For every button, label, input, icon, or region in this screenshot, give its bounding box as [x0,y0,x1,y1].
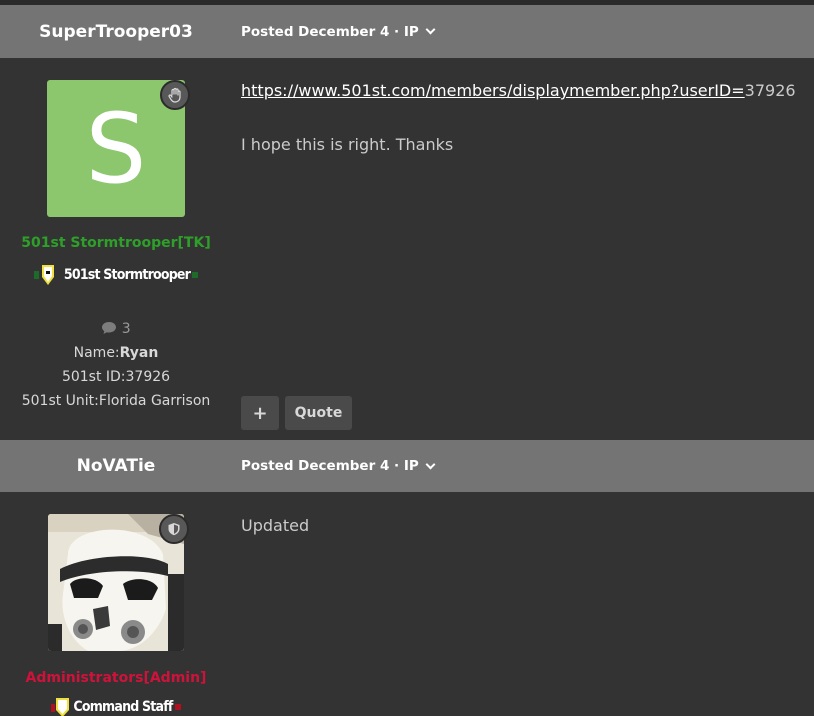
post-header: SuperTrooper03 Posted December 4 · IP [0,5,814,58]
comment-icon [102,322,117,334]
rank-image: 501st Stormtrooper [33,263,199,287]
link-line: https://www.501st.com/members/displaymem… [241,81,796,100]
post-body: Administrators[Admin] Command Staff Upda… [0,492,814,716]
author-sidebar: Administrators[Admin] Command Staff [0,492,232,716]
stormtrooper-rank-icon [33,265,54,285]
post-content: Updated [232,492,814,716]
avatar-wrapper [48,514,189,651]
message-text: I hope this is right. Thanks [241,135,454,154]
rank-text: Command Staff [73,699,173,715]
shield-badge-icon [159,514,189,544]
command-staff-rank-icon [51,698,70,716]
post-content: https://www.501st.com/members/displaymem… [232,58,814,440]
hand-badge-icon [160,80,190,110]
author-sidebar: S 501st Stormtrooper[TK] 501st Stormtroo… [0,58,232,440]
multiquote-button[interactable]: + [241,396,279,430]
quote-button[interactable]: Quote [285,396,352,430]
post-meta-dropdown[interactable]: Posted December 4 · IP [241,23,436,40]
rank-end-icon [174,704,181,710]
member-profile-link[interactable]: https://www.501st.com/members/displaymem… [241,81,745,100]
avatar-wrapper: S [47,80,190,217]
group-label: 501st Stormtrooper[TK] [21,235,211,251]
author-name[interactable]: SuperTrooper03 [0,22,232,42]
chevron-down-icon [425,24,436,35]
post-count: 3 [22,317,211,341]
posted-date: Posted December 4 · IP [241,23,419,40]
posted-date: Posted December 4 · IP [241,458,419,474]
chevron-down-icon [425,459,436,469]
post-body: S 501st Stormtrooper[TK] 501st Stormtroo… [0,58,814,440]
name-field: Name:Ryan [73,345,159,361]
member-id-field: 501st ID:37926 [61,369,171,385]
post-actions: + Quote [241,396,352,430]
rank-image: Command Staff [51,696,181,716]
post-2: NoVATie Posted December 4 · IP Administr… [0,440,814,716]
rank-text: 501st Stormtrooper [63,267,191,283]
post-1: SuperTrooper03 Posted December 4 · IP S … [0,5,814,440]
group-label: Administrators[Admin] [25,670,207,686]
author-stats: 3 Name:Ryan 501st ID:37926 501st Unit:Fl… [22,317,211,413]
post-meta-dropdown[interactable]: Posted December 4 · IP [241,458,436,474]
rank-end-icon [192,272,199,278]
author-name[interactable]: NoVATie [0,456,232,476]
post-header: NoVATie Posted December 4 · IP [0,440,814,492]
message-text: Updated [241,516,310,535]
unit-field: 501st Unit:Florida Garrison [21,393,211,409]
